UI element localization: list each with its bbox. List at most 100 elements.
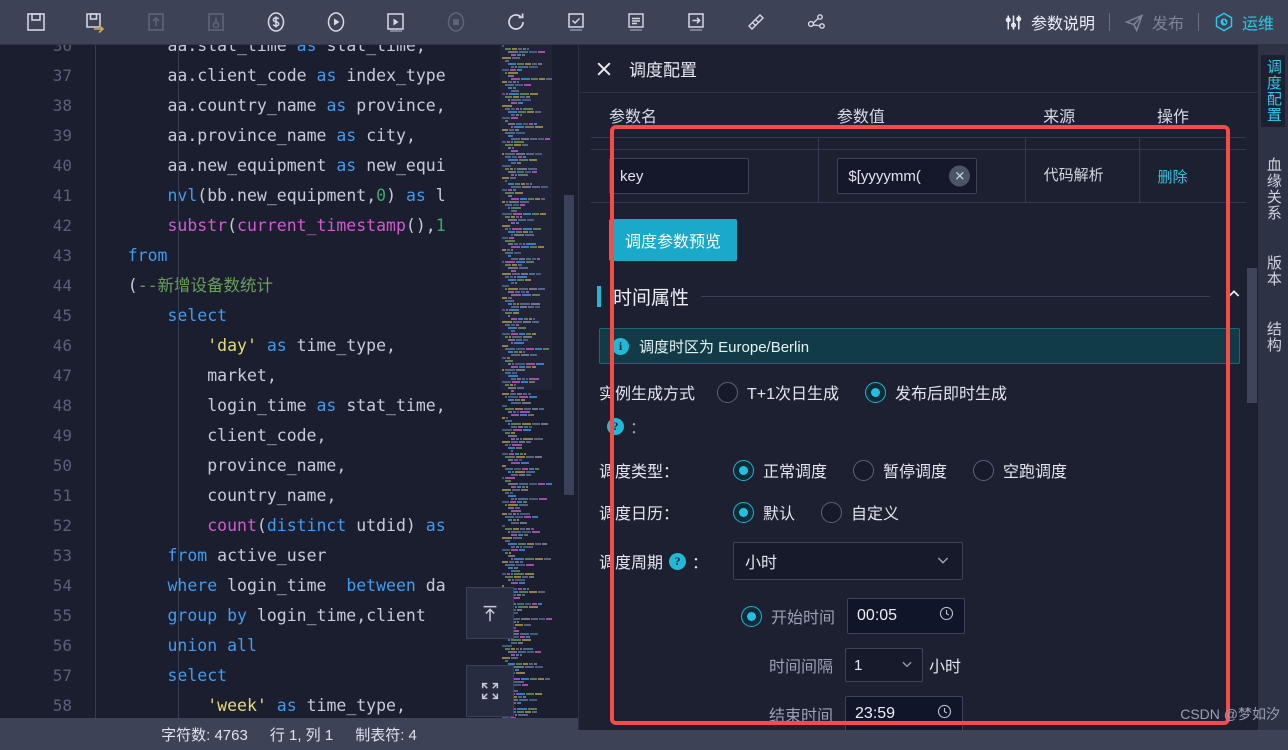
col-param-value: 参数值 (818, 93, 1026, 138)
params-description-button[interactable]: 参数说明 (989, 0, 1109, 44)
schedule-cycle-label: 调度周期 ? ： (599, 549, 733, 573)
preview-schedule-params-button[interactable]: 调度参数预览 (609, 219, 738, 261)
line-number: 44 (52, 276, 72, 295)
line-number: 41 (52, 186, 72, 205)
radio-label: 正常调度 (763, 464, 828, 481)
format-icon[interactable] (606, 0, 666, 44)
right-vertical-tabs: 调度配置 血缘关系 版本 结构 (1258, 45, 1288, 750)
radio-label: T+1次日生成 (747, 386, 840, 403)
start-time-field[interactable]: 00:05 (847, 598, 966, 634)
radio-start-time[interactable]: 开始时间 (741, 604, 835, 628)
param-value-wrapper: ✕ (837, 158, 978, 194)
section-accent-bar (597, 286, 601, 307)
panel-title: 调度配置 (629, 61, 697, 80)
cost-estimate-icon[interactable] (246, 0, 306, 44)
radio-calendar-default[interactable]: 默认 (733, 500, 795, 524)
char-count-label: 字符数: 4763 (161, 726, 248, 744)
editor-scrollbar[interactable] (552, 45, 578, 718)
radio-dot[interactable] (717, 381, 738, 403)
timezone-tip-text: 调度时区为 Europe/Berlin (639, 338, 810, 356)
run-icon[interactable] (306, 0, 366, 44)
line-number: 50 (52, 456, 72, 475)
parameter-table: 参数名 参数值 来源 操作 key $[yyyymm(✕ 代码解析 删除 (591, 93, 1247, 203)
panel-header: 调度配置 (579, 45, 1258, 93)
schedule-type-label: 调度类型： (599, 464, 680, 481)
bottom-strip (578, 730, 1288, 750)
run-batch-icon[interactable] (366, 0, 426, 44)
radio-paused-schedule[interactable]: 暂停调度 (853, 458, 947, 482)
save-icon[interactable] (6, 0, 66, 44)
param-name-input[interactable] (609, 158, 749, 194)
vtab-lineage[interactable]: 血缘关系 (1261, 153, 1285, 225)
section-title: 时间属性 (613, 288, 690, 309)
help-icon[interactable]: ? (669, 552, 687, 570)
clear-value-icon[interactable]: ✕ (949, 165, 971, 187)
delete-param-link[interactable]: 删除 (1158, 169, 1188, 186)
sql-code-editor[interactable]: 36 37 38 39 40 41 42 43 44 45 46 47 48 49 50 51 52 53 54 55… (0, 45, 578, 718)
radio-calendar-custom[interactable]: 自定义 (821, 500, 899, 524)
radio-dot[interactable] (973, 459, 995, 481)
radio-dryrun-schedule[interactable]: 空跑调度 (973, 458, 1067, 482)
radio-dot[interactable] (865, 381, 887, 403)
panel-scrollbar-thumb[interactable] (1247, 268, 1257, 403)
radio-label: 暂停调度 (883, 464, 948, 481)
instance-generation-row: 实例生成方式 T+1次日生成 发布后即时生成 (599, 380, 1258, 404)
stop-icon (426, 0, 486, 44)
app-root: 参数说明 发布 运维 36 37 38 39 40 41 42 43 44 45 4 (0, 0, 1288, 750)
line-number: 37 (52, 66, 72, 85)
submit-icon[interactable] (666, 0, 726, 44)
check-syntax-icon[interactable] (546, 0, 606, 44)
help-icon[interactable]: ? (607, 417, 624, 435)
line-number: 54 (52, 576, 72, 595)
vtab-schedule-config[interactable]: 调度配置 (1261, 55, 1285, 127)
table-row: ✕ 代码解析 删除 (591, 149, 1247, 203)
radio-dot[interactable] (853, 459, 875, 481)
radio-dot[interactable] (733, 501, 754, 523)
scroll-to-top-button[interactable] (466, 587, 514, 639)
schedule-type-row: 调度类型： 正常调度 暂停调度 空跑调度 (599, 458, 1258, 482)
lineage-icon[interactable] (726, 0, 786, 44)
interval-select[interactable]: 1 (845, 648, 924, 682)
radio-dot[interactable] (821, 501, 843, 523)
line-number: 46 (52, 336, 72, 355)
params-description-label: 参数说明 (1030, 16, 1095, 33)
save-as-icon[interactable] (66, 0, 126, 44)
radio-immediate-after-publish[interactable]: 发布后即时生成 (865, 380, 1007, 404)
line-number: 42 (52, 216, 72, 235)
fullscreen-button[interactable] (466, 665, 514, 717)
panel-scrollbar[interactable] (1246, 93, 1258, 713)
schedule-type-radios: 正常调度 暂停调度 空跑调度 (733, 458, 1093, 482)
col-source: 来源 (1025, 93, 1140, 138)
schedule-cycle-select[interactable]: 小时 (733, 542, 963, 580)
chevron-up-icon[interactable] (1222, 286, 1246, 307)
interval-value: 1 (854, 656, 863, 674)
indent-guide (95, 45, 96, 718)
dependency-icon[interactable] (786, 0, 846, 44)
schedule-cycle-text: 调度周期 (599, 555, 664, 572)
cell-param-name (591, 149, 820, 203)
radio-normal-schedule[interactable]: 正常调度 (733, 458, 827, 482)
end-time-field[interactable]: 23:59 (845, 696, 964, 732)
editor-status-bar: 字符数: 4763 行 1, 列 1 制表符: 4 (0, 718, 578, 750)
radio-dot[interactable] (733, 459, 754, 481)
refresh-icon[interactable] (486, 0, 546, 44)
line-number: 53 (52, 546, 72, 565)
vtab-version[interactable]: 版本 (1261, 251, 1285, 291)
editor-line-numbers: 36 37 38 39 40 41 42 43 44 45 46 47 48 49 50 51 52 53 54 55… (0, 45, 88, 715)
publish-button[interactable]: 发布 (1110, 0, 1198, 44)
radio-dot[interactable] (741, 605, 762, 627)
close-icon[interactable] (593, 58, 615, 80)
expand-icon (481, 682, 499, 700)
schedule-cycle-value: 小时 (745, 555, 778, 572)
indent-guide (178, 45, 179, 718)
line-number: 56 (52, 636, 72, 655)
vtab-structure[interactable]: 结构 (1261, 317, 1285, 357)
sliders-icon (1005, 15, 1022, 29)
instance-generation-radios: T+1次日生成 发布后即时生成 (717, 380, 1033, 404)
editor-scrollbar-thumb[interactable] (564, 195, 574, 495)
ops-button[interactable]: 运维 (1199, 0, 1288, 44)
schedule-cycle-colon: ： (692, 555, 709, 572)
end-time-label: 结束时间 (769, 708, 834, 725)
line-number: 49 (52, 426, 72, 445)
radio-t-plus-1[interactable]: T+1次日生成 (717, 380, 839, 404)
